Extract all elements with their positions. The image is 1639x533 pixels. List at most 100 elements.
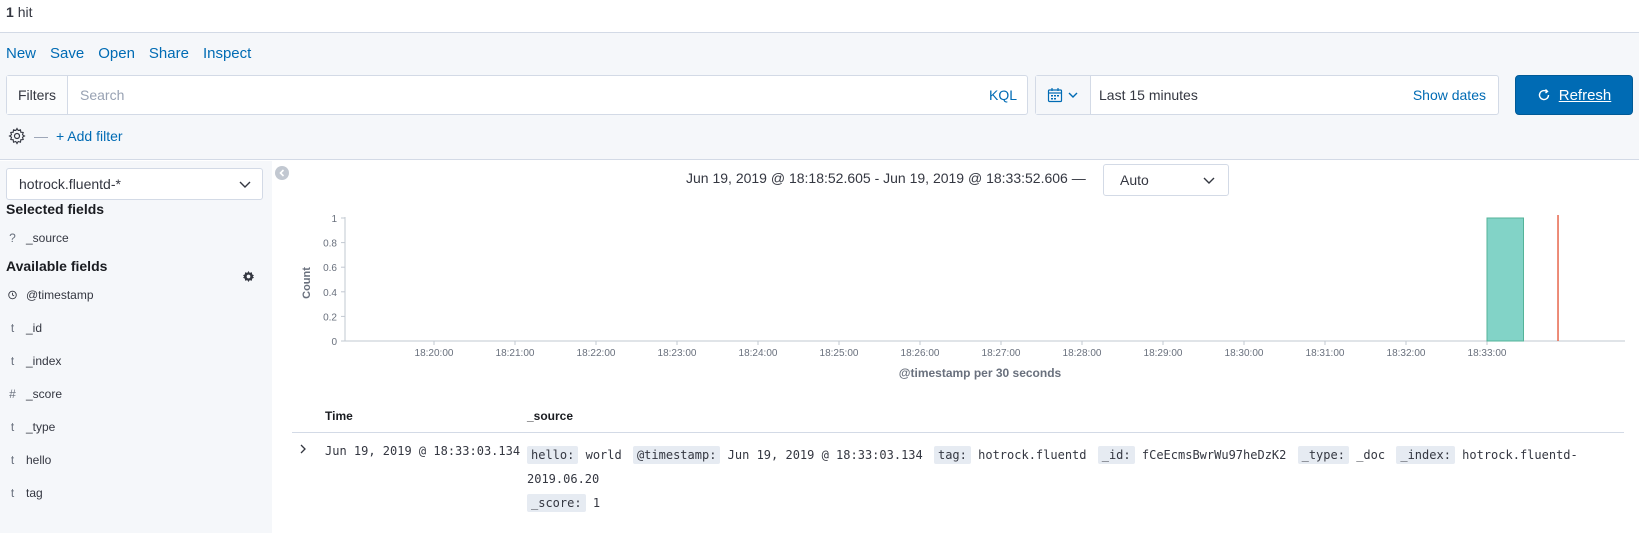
field-name: _id bbox=[26, 321, 43, 335]
number-type-icon: # bbox=[9, 387, 16, 401]
field-name: @timestamp bbox=[26, 288, 94, 302]
y-tick-label: 0 bbox=[331, 337, 337, 348]
string-type-icon: t bbox=[10, 486, 15, 500]
hit-count: 1 hit bbox=[6, 4, 32, 20]
gear-icon[interactable] bbox=[8, 127, 26, 145]
interval-select[interactable]: Auto bbox=[1103, 164, 1229, 196]
field-item-id[interactable]: t _id bbox=[8, 321, 42, 335]
filter-divider: — bbox=[34, 128, 48, 144]
field-item-type[interactable]: t _type bbox=[8, 420, 56, 434]
source-key: @timestamp: bbox=[632, 446, 721, 464]
string-type-icon: t bbox=[10, 354, 15, 368]
field-name: _index bbox=[26, 354, 62, 368]
index-pattern-value: hotrock.fluentd-* bbox=[19, 176, 121, 192]
quick-menu-button[interactable] bbox=[1036, 76, 1091, 114]
show-dates-link[interactable]: Show dates bbox=[1413, 87, 1498, 103]
interval-value: Auto bbox=[1120, 172, 1149, 188]
source-field: _id: fCeEcmsBwrWu97heDzK2 bbox=[1097, 446, 1287, 464]
time-range-label[interactable]: Last 15 minutes bbox=[1091, 87, 1413, 103]
source-field: hello: world bbox=[527, 446, 622, 464]
table-header-divider bbox=[292, 432, 1624, 433]
x-tick-label: 18:30:00 bbox=[1225, 348, 1264, 359]
hit-count-label: hit bbox=[17, 4, 33, 20]
top-menu: New Save Open Share Inspect bbox=[6, 45, 251, 62]
source-value: world bbox=[585, 448, 622, 462]
table-row-source: hello: world @timestamp: Jun 19, 2019 @ … bbox=[527, 443, 1587, 515]
clock-icon bbox=[8, 290, 17, 300]
new-link[interactable]: New bbox=[6, 45, 36, 62]
column-header-time[interactable]: Time bbox=[325, 409, 353, 423]
column-header-source[interactable]: _source bbox=[527, 409, 573, 423]
filter-row: — + Add filter bbox=[8, 127, 123, 145]
chevron-down-icon bbox=[1068, 92, 1078, 98]
string-type-icon: t bbox=[10, 420, 15, 434]
x-tick-label: 18:24:00 bbox=[739, 348, 778, 359]
field-name: hello bbox=[26, 453, 52, 467]
source-key: _index: bbox=[1396, 446, 1455, 464]
refresh-button[interactable]: Refresh bbox=[1515, 75, 1633, 115]
x-tick-label: 18:23:00 bbox=[658, 348, 697, 359]
source-value: hotrock.fluentd bbox=[978, 448, 1087, 462]
x-tick-label: 18:28:00 bbox=[1063, 348, 1102, 359]
x-tick-label: 18:27:00 bbox=[982, 348, 1021, 359]
histogram-bar[interactable] bbox=[1486, 217, 1524, 342]
refresh-label: Refresh bbox=[1558, 86, 1612, 104]
calendar-icon bbox=[1047, 88, 1063, 103]
save-link[interactable]: Save bbox=[50, 45, 84, 62]
collapse-sidebar-button[interactable] bbox=[275, 166, 289, 180]
field-item-hello[interactable]: t hello bbox=[8, 453, 52, 467]
x-tick-label: 18:25:00 bbox=[820, 348, 859, 359]
source-field: @timestamp: Jun 19, 2019 @ 18:33:03.134 bbox=[632, 446, 923, 464]
string-type-icon: t bbox=[10, 453, 15, 467]
open-link[interactable]: Open bbox=[98, 45, 135, 62]
index-pattern-select[interactable]: hotrock.fluentd-* bbox=[6, 168, 263, 200]
source-field: tag: hotrock.fluentd bbox=[933, 446, 1087, 464]
x-tick-label: 18:21:00 bbox=[496, 348, 535, 359]
source-key: hello: bbox=[527, 446, 579, 464]
field-item-score[interactable]: # _score bbox=[8, 387, 62, 401]
field-name: _score bbox=[26, 387, 63, 401]
source-key: tag: bbox=[933, 446, 971, 464]
y-tick-label: 0.4 bbox=[323, 288, 337, 299]
date-picker: Last 15 minutes Show dates bbox=[1035, 75, 1499, 115]
y-tick-label: 0.2 bbox=[323, 312, 337, 323]
selected-fields-title: Selected fields bbox=[6, 201, 105, 217]
source-value: fCeEcmsBwrWu97heDzK2 bbox=[1141, 448, 1287, 462]
refresh-icon bbox=[1538, 88, 1549, 101]
source-value: Jun 19, 2019 @ 18:33:03.134 bbox=[727, 448, 923, 462]
string-type-icon: t bbox=[10, 321, 15, 335]
hit-count-number: 1 bbox=[6, 4, 14, 20]
source-value: 1 bbox=[592, 496, 601, 510]
source-field: _type: _doc bbox=[1297, 446, 1386, 464]
x-tick-label: 18:33:00 bbox=[1468, 348, 1507, 359]
field-item-source[interactable]: ? _source bbox=[8, 231, 69, 245]
add-filter-button[interactable]: + Add filter bbox=[56, 128, 123, 144]
source-key: _type: bbox=[1297, 446, 1349, 464]
source-value: _doc bbox=[1356, 448, 1386, 462]
chevron-left-icon bbox=[279, 169, 285, 177]
field-name: _type bbox=[26, 420, 56, 434]
time-range-text: Jun 19, 2019 @ 18:18:52.605 - Jun 19, 20… bbox=[686, 170, 1086, 186]
search-input[interactable] bbox=[68, 76, 989, 114]
field-name: tag bbox=[26, 486, 43, 500]
source-key: _score: bbox=[527, 494, 586, 512]
available-fields-title: Available fields bbox=[6, 258, 108, 274]
share-link[interactable]: Share bbox=[149, 45, 189, 62]
x-tick-label: 18:20:00 bbox=[415, 348, 454, 359]
x-tick-label: 18:31:00 bbox=[1306, 348, 1345, 359]
field-item-tag[interactable]: t tag bbox=[8, 486, 43, 500]
field-sidebar: hotrock.fluentd-* Selected fields ? _sou… bbox=[0, 161, 272, 533]
field-item-index[interactable]: t _index bbox=[8, 354, 62, 368]
source-field: _score: 1 bbox=[527, 494, 601, 512]
chevron-down-icon bbox=[239, 181, 251, 188]
field-settings-gear-icon[interactable] bbox=[243, 271, 254, 282]
chevron-down-icon bbox=[1203, 177, 1215, 184]
inspect-link[interactable]: Inspect bbox=[203, 45, 251, 62]
kql-toggle[interactable]: KQL bbox=[989, 87, 1027, 103]
field-item-timestamp[interactable]: @timestamp bbox=[8, 288, 94, 302]
x-tick-label: 18:22:00 bbox=[577, 348, 616, 359]
expand-row-button[interactable] bbox=[298, 442, 308, 458]
histogram-chart: 0 0.2 0.4 0.6 0.8 1 18:20:00 18:21:00 18:22:00 1… bbox=[301, 214, 1625, 380]
y-tick-label: 1 bbox=[331, 214, 337, 225]
y-tick-label: 0.8 bbox=[323, 239, 337, 250]
